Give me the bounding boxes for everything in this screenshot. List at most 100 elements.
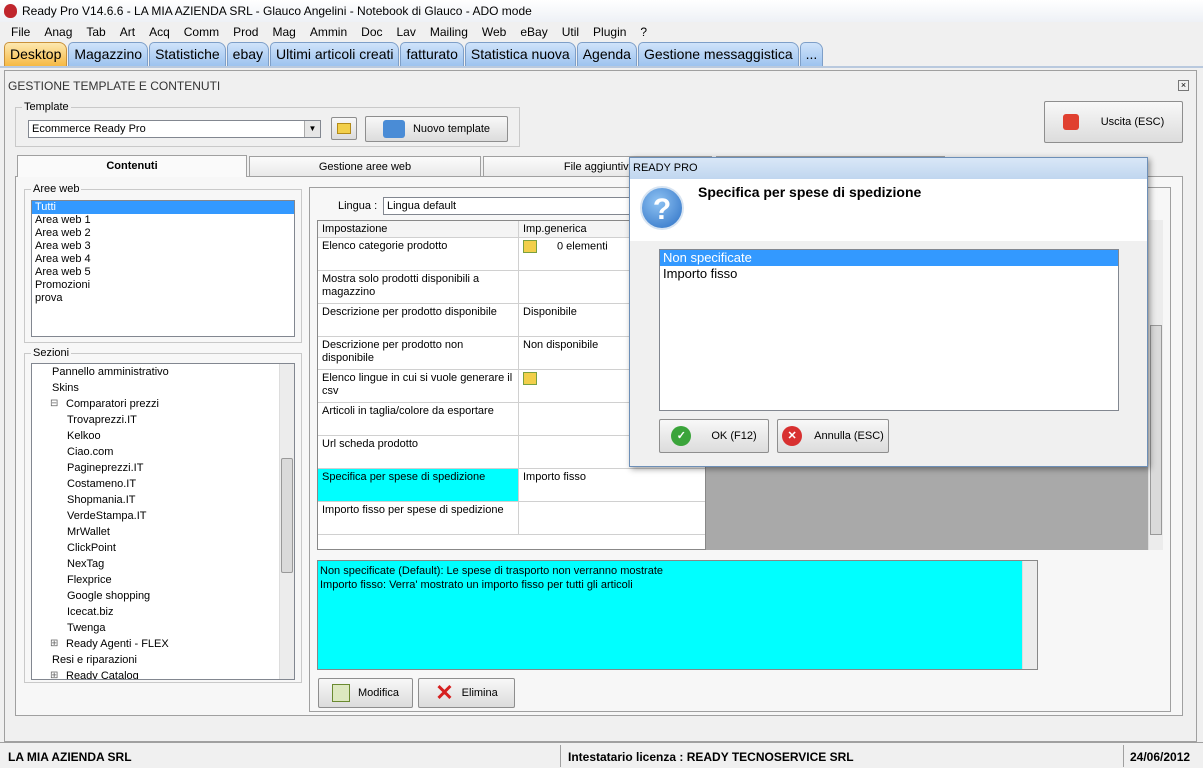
tree-item[interactable]: ⊞ Ready Catalog: [32, 668, 294, 680]
aree-web-item[interactable]: Tutti: [32, 201, 294, 214]
menu-lav[interactable]: Lav: [390, 25, 423, 39]
grid-scroll-thumb[interactable]: [1150, 325, 1162, 535]
aree-web-item[interactable]: Area web 5: [32, 266, 294, 279]
status-company: LA MIA AZIENDA SRL: [8, 750, 132, 764]
tree-item-label: MrWallet: [67, 526, 110, 538]
aree-web-item[interactable]: Area web 1: [32, 214, 294, 227]
tree-item[interactable]: Pannello amministrativo: [32, 364, 294, 380]
new-template-button[interactable]: Nuovo template: [365, 116, 508, 142]
tree-item[interactable]: NexTag: [32, 556, 294, 572]
panel-close-icon[interactable]: ×: [1178, 80, 1189, 91]
aree-web-item[interactable]: prova: [32, 292, 294, 305]
grid-cell-value[interactable]: [519, 502, 705, 534]
tree-item[interactable]: Trovaprezzi.IT: [32, 412, 294, 428]
sezioni-tree[interactable]: Pannello amministrativo Skins ⊟ Comparatori…: [31, 363, 295, 680]
tree-item[interactable]: Flexprice: [32, 572, 294, 588]
tree-expander-icon[interactable]: ⊞: [50, 668, 58, 679]
tab-fatturato[interactable]: fatturato: [400, 42, 464, 66]
tab-gestione-aree-web[interactable]: Gestione aree web: [249, 156, 481, 177]
tree-item[interactable]: Skins: [32, 380, 294, 396]
dialog-option[interactable]: Non specificate: [660, 250, 1118, 266]
aree-web-list[interactable]: Tutti Area web 1 Area web 2 Area web 3 Area …: [31, 200, 295, 337]
tab-desktop[interactable]: Desktop: [4, 42, 68, 66]
tree-item-label: Ready Catalog: [66, 670, 139, 680]
menu-comm[interactable]: Comm: [177, 25, 226, 39]
menu-mag[interactable]: Mag: [265, 25, 302, 39]
tree-scroll-thumb[interactable]: [281, 458, 293, 573]
ok-button[interactable]: ✓ OK (F12): [659, 419, 769, 453]
menu-ebay[interactable]: eBay: [513, 25, 554, 39]
tab-more[interactable]: ...: [799, 42, 824, 66]
tab-ultimi-articoli-creati[interactable]: Ultimi articoli creati: [270, 42, 400, 66]
tree-item[interactable]: Resi e riparazioni: [32, 652, 294, 668]
grid-cell-text: Disponibile: [523, 306, 577, 318]
folder-icon[interactable]: [523, 240, 537, 253]
elimina-button[interactable]: ✕ Elimina: [418, 678, 515, 708]
edit-icon: [332, 684, 351, 702]
menu-tab[interactable]: Tab: [79, 25, 112, 39]
tree-item[interactable]: Costameno.IT: [32, 476, 294, 492]
tree-item[interactable]: Shopmania.IT: [32, 492, 294, 508]
tree-scrollbar[interactable]: [279, 364, 294, 679]
menu-doc[interactable]: Doc: [354, 25, 389, 39]
menu-help[interactable]: ?: [633, 25, 654, 39]
tab-magazzino[interactable]: Magazzino: [68, 42, 149, 66]
tree-item[interactable]: Pagineprezzi.IT: [32, 460, 294, 476]
tree-item[interactable]: ⊟ Comparatori prezzi: [32, 396, 294, 412]
grid-scrollbar[interactable]: [1148, 220, 1163, 550]
aree-web-item[interactable]: Area web 3: [32, 240, 294, 253]
aree-web-item[interactable]: Area web 4: [32, 253, 294, 266]
dialog-option[interactable]: Importo fisso: [660, 266, 1118, 282]
aree-web-item[interactable]: Area web 2: [32, 227, 294, 240]
grid-column-header[interactable]: Impostazione: [318, 221, 519, 237]
dialog-options-list[interactable]: Non specificate Importo fisso: [659, 249, 1119, 411]
modifica-button[interactable]: Modifica: [318, 678, 413, 708]
menu-util[interactable]: Util: [555, 25, 586, 39]
tree-item[interactable]: MrWallet: [32, 524, 294, 540]
menu-mailing[interactable]: Mailing: [423, 25, 475, 39]
tree-item[interactable]: Ciao.com: [32, 444, 294, 460]
lingua-select[interactable]: Lingua default: [383, 197, 643, 215]
grid-cell-setting: Articoli in taglia/colore da esportare: [318, 403, 519, 435]
status-date: 24/06/2012: [1130, 750, 1191, 764]
tree-item[interactable]: VerdeStampa.IT: [32, 508, 294, 524]
chevron-down-icon[interactable]: ▼: [304, 121, 320, 137]
open-folder-button[interactable]: [331, 117, 357, 140]
menu-prod[interactable]: Prod: [226, 25, 265, 39]
template-select[interactable]: Ecommerce Ready Pro ▼: [28, 120, 321, 138]
tree-expander-icon[interactable]: ⊟: [50, 396, 58, 412]
folder-icon[interactable]: [523, 372, 537, 385]
menu-plugin[interactable]: Plugin: [586, 25, 633, 39]
tab-statistiche[interactable]: Statistiche: [149, 42, 226, 66]
menu-acq[interactable]: Acq: [142, 25, 177, 39]
annulla-button[interactable]: ✕ Annulla (ESC): [777, 419, 889, 453]
menu-art[interactable]: Art: [113, 25, 142, 39]
menu-web[interactable]: Web: [475, 25, 513, 39]
tab-statistica-nuova[interactable]: Statistica nuova: [464, 42, 576, 66]
menu-file[interactable]: File: [4, 25, 37, 39]
description-scrollbar[interactable]: [1022, 561, 1037, 669]
dialog-title-bar: READY PRO: [630, 158, 1147, 179]
grid-cell-setting: Importo fisso per spese di spedizione: [318, 502, 519, 534]
tree-item[interactable]: ⊞ Ready Agenti - FLEX: [32, 636, 294, 652]
tab-agenda[interactable]: Agenda: [576, 42, 637, 66]
grid-row[interactable]: Specifica per spese di spedizione Importo…: [318, 469, 705, 502]
grid-cell-value[interactable]: Importo fisso: [519, 469, 705, 501]
tab-gestione-messaggistica[interactable]: Gestione messaggistica: [637, 42, 799, 66]
aree-web-item[interactable]: Promozioni: [32, 279, 294, 292]
menu-ammin[interactable]: Ammin: [303, 25, 354, 39]
ok-label: OK (F12): [711, 430, 757, 442]
tab-contenuti[interactable]: Contenuti: [17, 155, 247, 177]
tree-item-label: Skins: [52, 382, 79, 394]
menu-anag[interactable]: Anag: [37, 25, 79, 39]
grid-cell-setting: Mostra solo prodotti disponibili a magaz…: [318, 271, 519, 303]
tree-item[interactable]: Twenga: [32, 620, 294, 636]
tree-item[interactable]: Google shopping: [32, 588, 294, 604]
tree-item[interactable]: ClickPoint: [32, 540, 294, 556]
exit-button[interactable]: Uscita (ESC): [1044, 101, 1183, 143]
tab-ebay[interactable]: ebay: [226, 42, 270, 66]
tree-item[interactable]: Kelkoo: [32, 428, 294, 444]
tree-expander-icon[interactable]: ⊞: [50, 636, 58, 652]
grid-row[interactable]: Importo fisso per spese di spedizione: [318, 502, 705, 535]
tree-item[interactable]: Icecat.biz: [32, 604, 294, 620]
